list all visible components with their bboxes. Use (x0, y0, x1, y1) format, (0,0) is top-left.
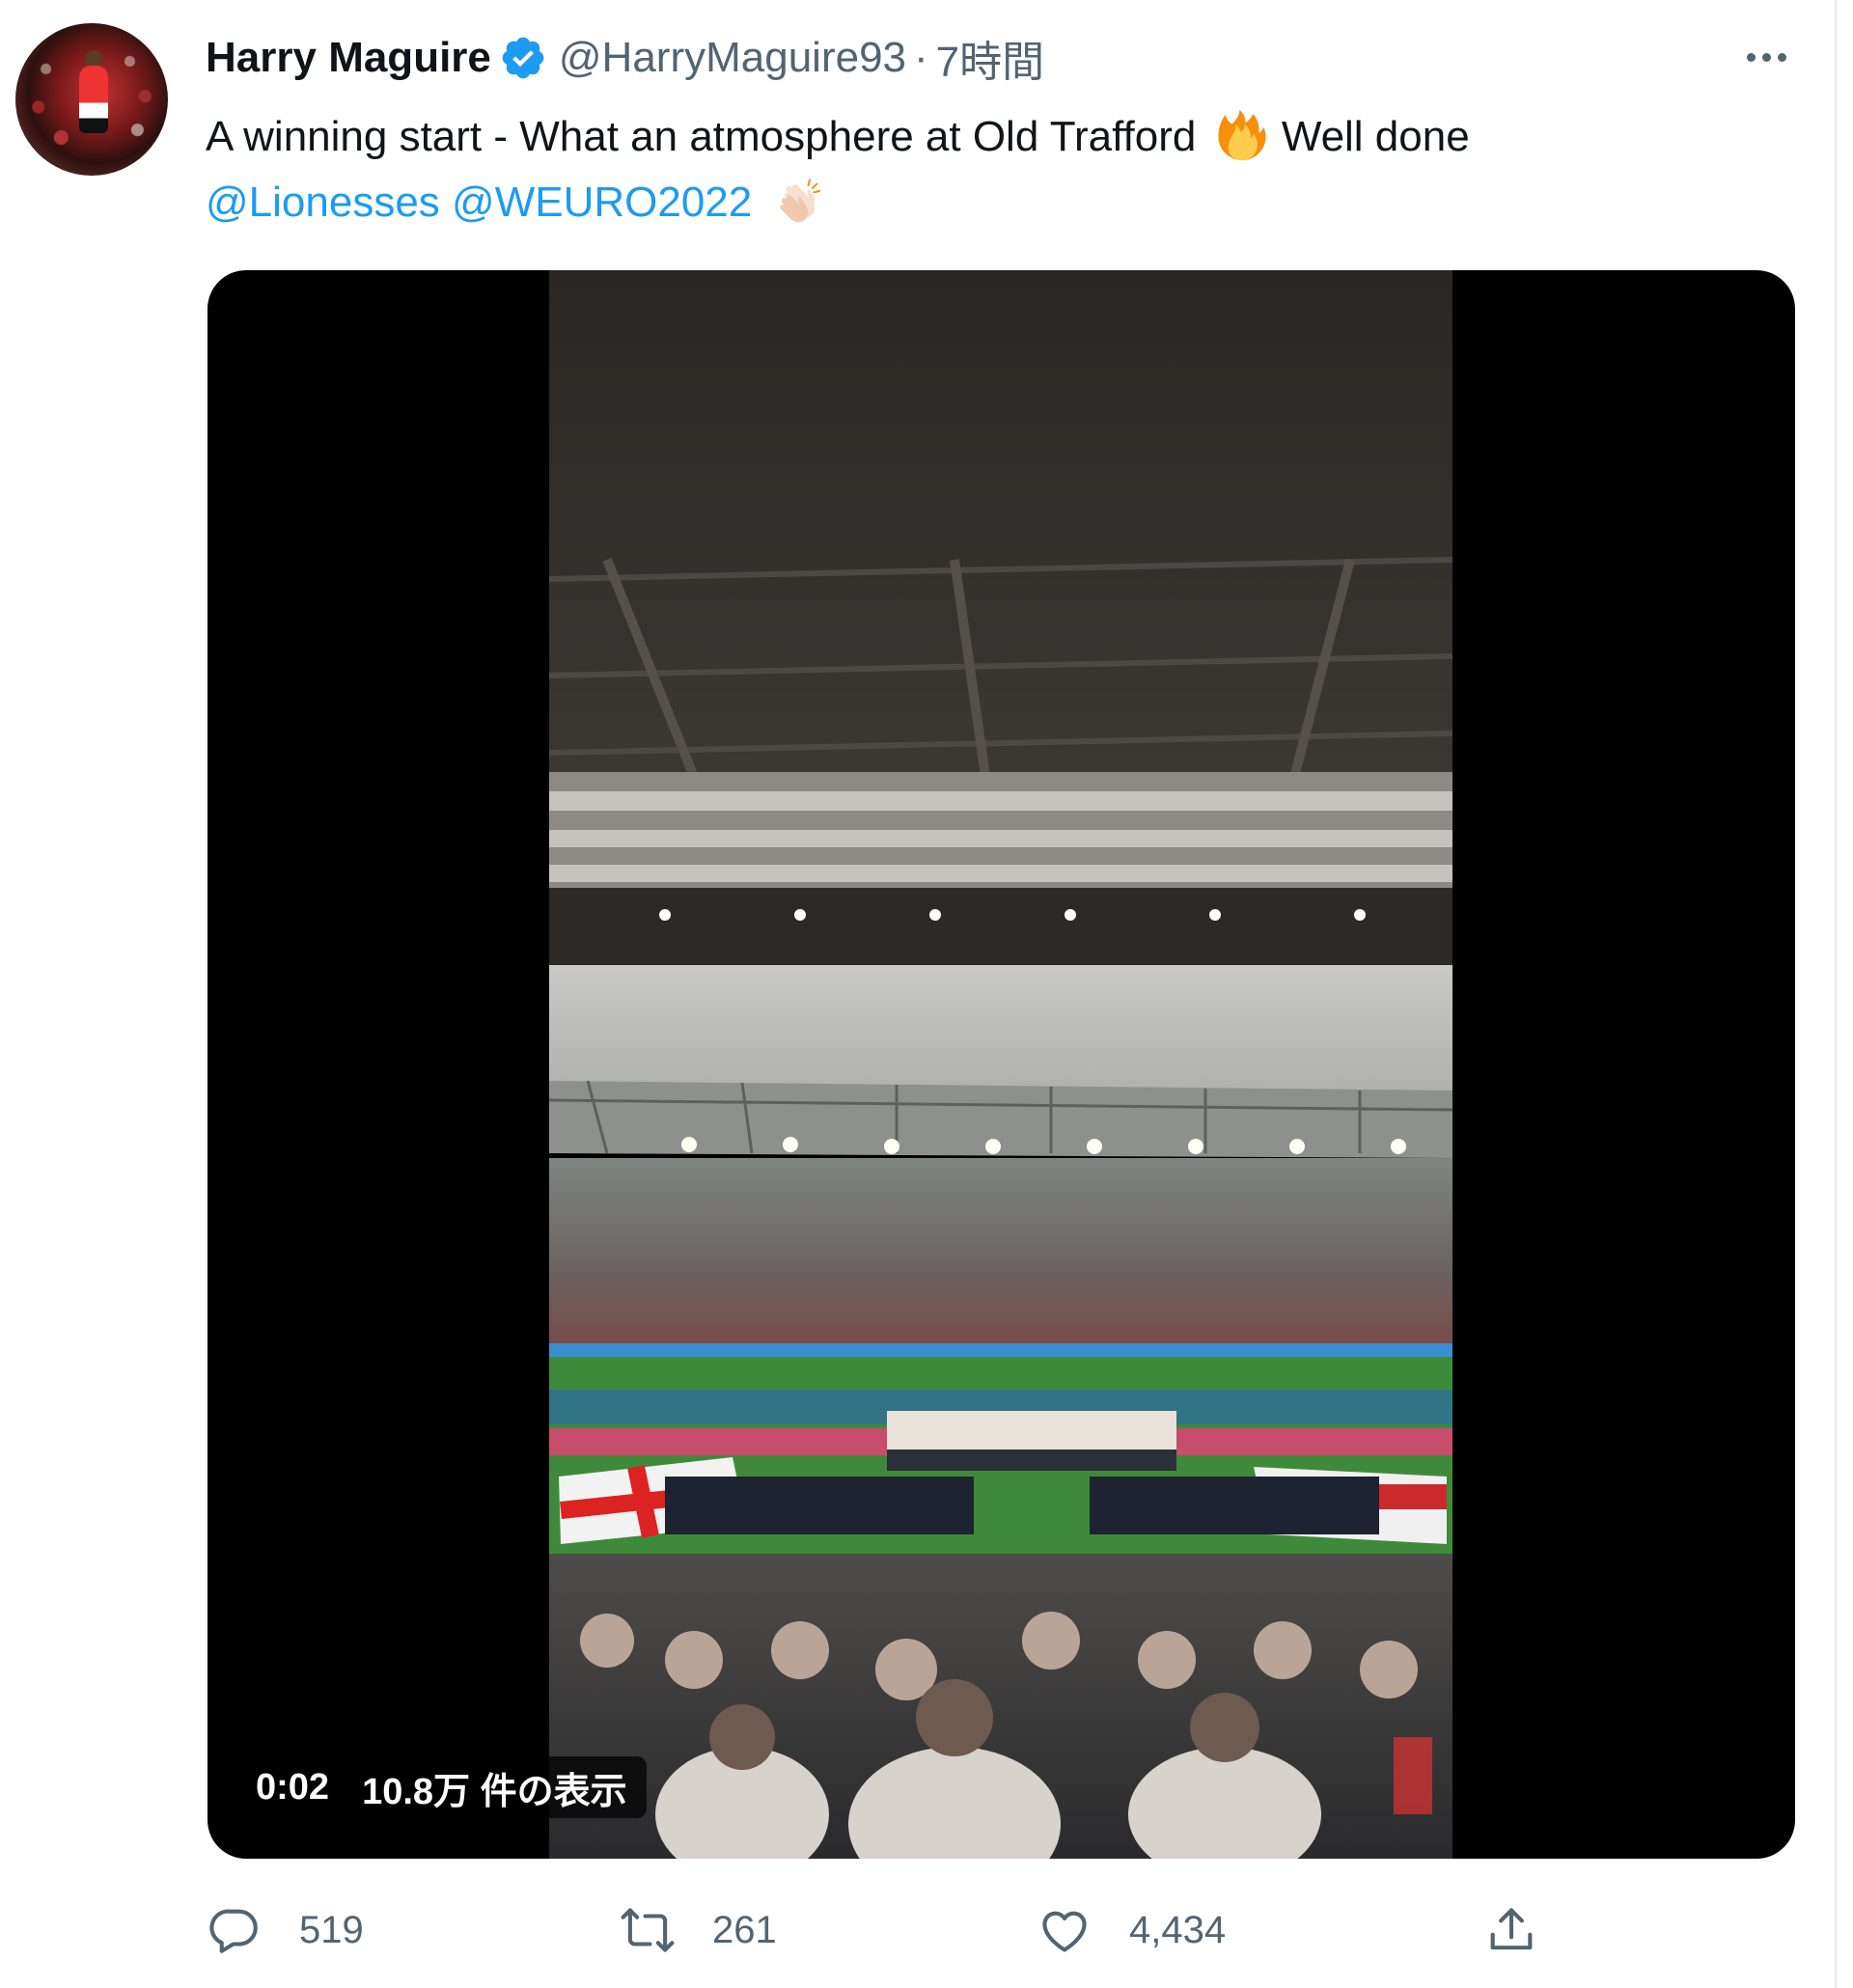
video-info-badge: 0:02 10.8万 件の表示 (236, 1756, 647, 1818)
clapping-hands-emoji-icon (780, 179, 821, 223)
video-elapsed-time: 0:02 (256, 1766, 330, 1808)
verified-badge-icon (502, 37, 544, 79)
more-options-icon[interactable] (1737, 33, 1795, 81)
tweet-timestamp[interactable]: 7時間 (936, 27, 1044, 89)
heart-icon (1042, 1911, 1087, 1952)
tweet-text-well-done: Well done (1281, 113, 1470, 160)
tweet-header: Harry Maguire @HarryMaguire93 · 7時間 (206, 29, 1044, 87)
reply-icon (209, 1909, 258, 1953)
tweet-text: A winning start - What an atmosphere at … (206, 104, 1798, 235)
avatar-player-body (79, 66, 108, 133)
video-player[interactable]: 0:02 10.8万 件の表示 (207, 270, 1795, 1859)
tweet-actions: 519 261 4,434 (0, 1891, 1853, 1969)
share-icon (1490, 1908, 1533, 1950)
share-button[interactable] (1483, 1891, 1539, 1969)
reply-count: 519 (299, 1908, 364, 1951)
author-avatar[interactable] (15, 23, 168, 176)
tweet-page: Harry Maguire @HarryMaguire93 · 7時間 A wi… (0, 0, 1853, 1988)
like-button[interactable]: 4,434 (1037, 1891, 1226, 1969)
tweet-text-line1: A winning start - What an atmosphere at … (206, 113, 1197, 160)
fire-emoji-icon (1218, 110, 1266, 160)
retweet-icon (621, 1908, 675, 1952)
header-separator: · (914, 34, 928, 81)
reply-button[interactable]: 519 (207, 1891, 364, 1969)
retweet-count: 261 (712, 1908, 777, 1951)
mention-weuro2022[interactable]: @WEURO2022 (452, 179, 752, 226)
like-count: 4,434 (1129, 1908, 1227, 1951)
mention-lionesses[interactable]: @Lionesses (206, 179, 440, 226)
video-frame-stadium (549, 270, 1452, 1859)
author-handle[interactable]: @HarryMaguire93 (559, 34, 906, 82)
video-view-count: 10.8万 件の表示 (362, 1771, 627, 1812)
author-name[interactable]: Harry Maguire (206, 34, 491, 82)
retweet-button[interactable]: 261 (620, 1891, 777, 1969)
timeline-border (1835, 0, 1837, 1988)
